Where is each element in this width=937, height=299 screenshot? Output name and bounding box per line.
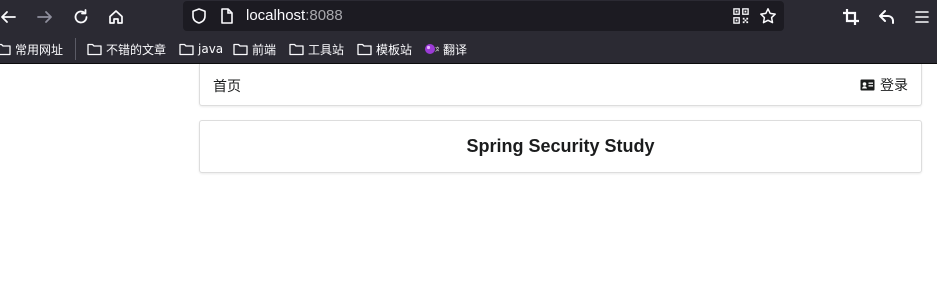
- menu-button[interactable]: [910, 5, 934, 29]
- id-card-icon: [860, 79, 875, 91]
- browser-toolbar: localhost:8088: [0, 0, 937, 34]
- bookmark-folder-templates[interactable]: 模板站: [357, 40, 412, 58]
- folder-icon: [179, 43, 194, 56]
- nav-login-label: 登录: [880, 78, 908, 94]
- bookmark-label: 常用网址: [15, 42, 64, 57]
- home-button[interactable]: [104, 5, 128, 29]
- shield-icon[interactable]: [190, 7, 208, 25]
- home-icon: [109, 10, 123, 24]
- top-nav-menu: 首页 登录: [199, 64, 922, 106]
- bookmark-label: 不错的文章: [106, 42, 167, 57]
- bookmark-folder-java[interactable]: java: [179, 40, 223, 58]
- bookmark-separator: [75, 38, 76, 60]
- folder-icon: [0, 43, 11, 56]
- nav-login-link[interactable]: 登录: [860, 75, 908, 95]
- bookmark-label: 翻译: [443, 42, 468, 57]
- svg-text:文: 文: [435, 46, 439, 53]
- reload-icon: [74, 9, 88, 24]
- bookmark-folder-frontend[interactable]: 前端: [233, 40, 276, 58]
- screenshot-button[interactable]: [839, 5, 863, 29]
- bookmark-translate[interactable]: 文 翻译: [424, 40, 467, 58]
- bookmark-label: 工具站: [308, 42, 345, 57]
- url-port: :8088: [305, 7, 343, 24]
- star-icon[interactable]: [759, 7, 777, 25]
- folder-icon: [233, 43, 248, 56]
- title-segment: Spring Security Study: [199, 120, 922, 173]
- bookmark-folder-tools[interactable]: 工具站: [289, 40, 344, 58]
- bookmark-label: 前端: [252, 42, 277, 57]
- arrow-left-icon: [1, 11, 16, 23]
- folder-icon: [87, 43, 102, 56]
- translate-icon: 文: [425, 44, 439, 54]
- url-text[interactable]: localhost:8088: [246, 7, 343, 24]
- url-host: localhost: [246, 7, 306, 24]
- reply-icon: [879, 10, 894, 24]
- qr-code-icon[interactable]: [732, 7, 750, 25]
- forward-button[interactable]: [33, 5, 57, 29]
- bookmarks-bar: 常用网址 不错的文章 java 前端 工具站 模板站 文 翻译: [0, 34, 937, 64]
- back-button[interactable]: [0, 5, 20, 29]
- undo-button[interactable]: [875, 5, 899, 29]
- bookmark-folder-good-articles[interactable]: 不错的文章: [87, 40, 166, 58]
- reload-button[interactable]: [69, 5, 93, 29]
- bookmark-folder-common-sites[interactable]: 常用网址: [0, 40, 63, 58]
- hamburger-menu-icon: [915, 11, 929, 23]
- arrow-right-icon: [37, 11, 52, 23]
- url-bar[interactable]: localhost:8088: [183, 1, 784, 31]
- crop-icon: [843, 9, 859, 25]
- folder-icon: [357, 43, 372, 56]
- folder-icon: [289, 43, 304, 56]
- bookmark-label: 模板站: [376, 42, 413, 57]
- nav-home-link[interactable]: 首页: [213, 76, 241, 96]
- bookmark-label: java: [198, 42, 224, 56]
- page-icon[interactable]: [218, 7, 236, 25]
- page-title: Spring Security Study: [466, 136, 655, 156]
